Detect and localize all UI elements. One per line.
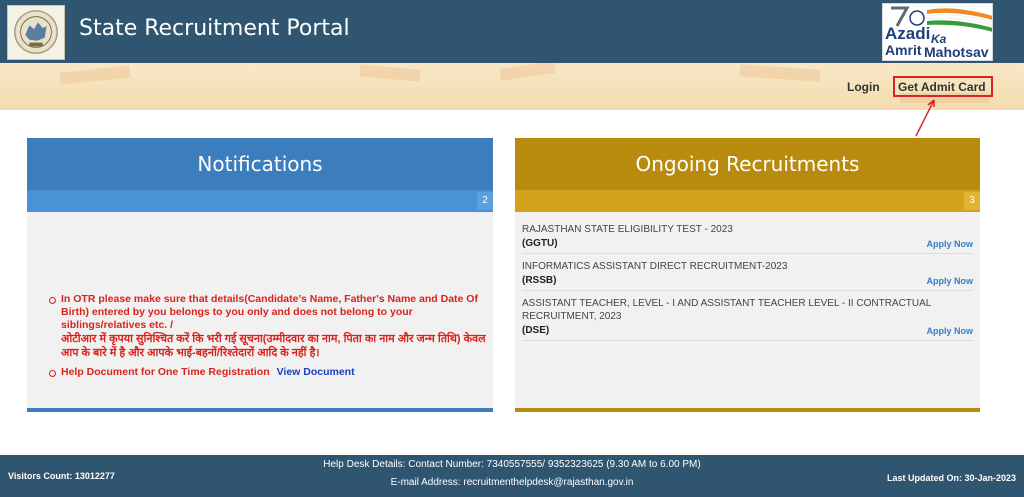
page-title: State Recruitment Portal — [79, 16, 350, 41]
notifications-count-badge: 2 — [477, 192, 493, 210]
footer-bar: Visitors Count: 13012277 Help Desk Detai… — [0, 455, 1024, 497]
azadi-ka-amrit-mahotsav-badge: Azadi Ka Amrit Mahotsav — [882, 3, 993, 61]
ongoing-recruitments-panel: Ongoing Recruitments 3 RAJASTHAN STATE E… — [515, 138, 980, 412]
header-bar: State Recruitment Portal Azadi Ka Amrit … — [0, 0, 1024, 63]
recruitments-subbar: 3 — [515, 190, 980, 212]
apply-now-link[interactable]: Apply Now — [927, 326, 974, 336]
notifications-subbar: 2 — [27, 190, 493, 212]
notification-text-help: Help Document for One Time Registration — [61, 366, 270, 378]
notifications-panel: Notifications 2 In OTR please make sure … — [27, 138, 493, 412]
notifications-list: In OTR please make sure that details(Can… — [47, 293, 487, 385]
get-admit-card-link[interactable]: Get Admit Card — [893, 76, 993, 97]
recruitment-code: (RSSB) — [522, 275, 557, 286]
recruitment-name: ASSISTANT TEACHER, LEVEL - I AND ASSISTA… — [522, 298, 931, 322]
emblem-icon — [14, 10, 58, 54]
list-item: INFORMATICS ASSISTANT DIRECT RECRUITMENT… — [522, 254, 973, 291]
recruitment-code: (DSE) — [522, 325, 550, 336]
notification-text-en: In OTR please make sure that details(Can… — [61, 293, 478, 331]
state-emblem-logo[interactable] — [7, 5, 65, 60]
recruitments-count-badge: 3 — [964, 192, 980, 210]
list-item: ASSISTANT TEACHER, LEVEL - I AND ASSISTA… — [522, 291, 973, 341]
notification-item: Help Document for One Time Registration … — [47, 366, 487, 379]
view-document-link[interactable]: View Document — [277, 366, 355, 378]
last-updated: Last Updated On: 30-Jan-2023 — [886, 473, 1016, 483]
notification-item: In OTR please make sure that details(Can… — [47, 293, 487, 360]
apply-now-link[interactable]: Apply Now — [927, 239, 974, 249]
help-desk-details: Help Desk Details: Contact Number: 73405… — [323, 459, 701, 470]
list-item: RAJASTHAN STATE ELIGIBILITY TEST - 2023 … — [522, 217, 973, 254]
badge-line-3: Amrit — [885, 42, 922, 58]
recruitments-heading: Ongoing Recruitments — [515, 138, 980, 190]
login-link[interactable]: Login — [847, 80, 880, 94]
badge-line-1: Azadi — [885, 24, 931, 43]
badge-line-4: Mahotsav — [924, 44, 989, 60]
notification-text-hi: ओटीआर में कृपया सुनिश्चित करें कि भरी गई… — [61, 333, 486, 359]
recruitment-name: RAJASTHAN STATE ELIGIBILITY TEST - 2023 — [522, 224, 733, 235]
help-desk-email: E-mail Address: recruitmenthelpdesk@raja… — [390, 477, 634, 488]
recruitments-list: RAJASTHAN STATE ELIGIBILITY TEST - 2023 … — [515, 217, 980, 341]
recruitment-code: (GGTU) — [522, 238, 558, 249]
apply-now-link[interactable]: Apply Now — [927, 276, 974, 286]
recruitment-name: INFORMATICS ASSISTANT DIRECT RECRUITMENT… — [522, 261, 788, 272]
notifications-heading: Notifications — [27, 138, 493, 190]
annotation-arrow-icon — [915, 99, 935, 137]
